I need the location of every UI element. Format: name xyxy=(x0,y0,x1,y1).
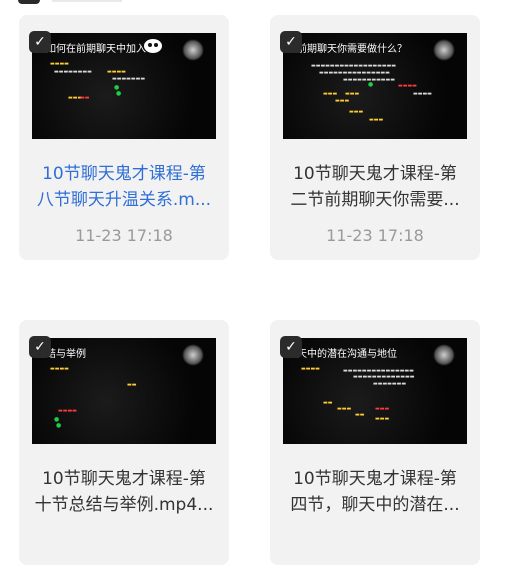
thumbnail-title: 前期聊天你需要做什么？ xyxy=(297,44,407,55)
partial-text xyxy=(52,0,122,2)
checkbox-checked-icon[interactable]: ✓ xyxy=(280,336,302,358)
file-card[interactable]: ✓ 前期聊天你需要做什么？ ▬▬▬▬▬▬▬▬▬▬▬▬▬▬▬▬▬▬ ▬▬▬▬▬▬▬… xyxy=(270,15,480,260)
top-partial-row xyxy=(0,0,511,6)
checkbox-checked-icon[interactable]: ✓ xyxy=(280,31,302,53)
mascot-icon xyxy=(182,344,204,366)
file-name[interactable]: 10节聊天鬼才课程-第 十节总结与举例.mp4... xyxy=(29,466,219,518)
mascot-icon xyxy=(433,344,455,366)
file-card[interactable]: ✓ 天中的潜在沟通与地位 ▬▬▬▬ ▬▬▬▬▬▬▬▬▬▬▬▬▬▬▬ ▬▬▬▬▬▬… xyxy=(270,320,480,565)
file-name[interactable]: 10节聊天鬼才课程-第 二节前期聊天你需要... xyxy=(280,161,470,213)
checkbox-checked-icon[interactable]: ✓ xyxy=(29,31,51,53)
video-thumbnail: 前期聊天你需要做什么？ ▬▬▬▬▬▬▬▬▬▬▬▬▬▬▬▬▬▬ ▬▬▬▬▬▬▬▬▬… xyxy=(283,33,467,139)
checkbox-checked-icon[interactable]: ✓ xyxy=(29,336,51,358)
mascot-icon xyxy=(433,39,455,61)
thumbnail-title: 天中的潜在沟通与地位 xyxy=(297,349,397,360)
video-thumbnail: 天中的潜在沟通与地位 ▬▬▬▬ ▬▬▬▬▬▬▬▬▬▬▬▬▬▬▬ ▬▬▬▬▬▬▬▬… xyxy=(283,338,467,444)
file-time: 11-23 17:18 xyxy=(75,226,173,245)
video-thumbnail: 如何在前期聊天中加入 ▬▬▬▬ ▬▬▬▬▬▬▬▬ ▬▬▬▬ ▬▬▬▬▬▬▬ ● … xyxy=(32,33,216,139)
file-card[interactable]: ✓ 如何在前期聊天中加入 ▬▬▬▬ ▬▬▬▬▬▬▬▬ ▬▬▬▬ ▬▬▬▬▬▬▬ … xyxy=(19,15,229,260)
mascot-icon xyxy=(182,39,204,61)
panda-icon xyxy=(144,39,162,53)
file-time: 11-23 17:18 xyxy=(326,226,424,245)
thumbnail-title: 如何在前期聊天中加入 xyxy=(46,44,146,55)
thumbnail-title: 结与举例 xyxy=(46,349,86,360)
file-name[interactable]: 10节聊天鬼才课程-第 八节聊天升温关系.m... xyxy=(29,161,219,213)
video-thumbnail: 结与举例 ▬▬▬▬ ▬▬ ▬▬▬▬ ● ● xyxy=(32,338,216,444)
file-name[interactable]: 10节聊天鬼才课程-第 四节，聊天中的潜在... xyxy=(280,466,470,518)
file-card[interactable]: ✓ 结与举例 ▬▬▬▬ ▬▬ ▬▬▬▬ ● ● 10节聊天鬼才课程-第 十节总结… xyxy=(19,320,229,565)
checkbox-partial-icon[interactable] xyxy=(18,0,40,4)
